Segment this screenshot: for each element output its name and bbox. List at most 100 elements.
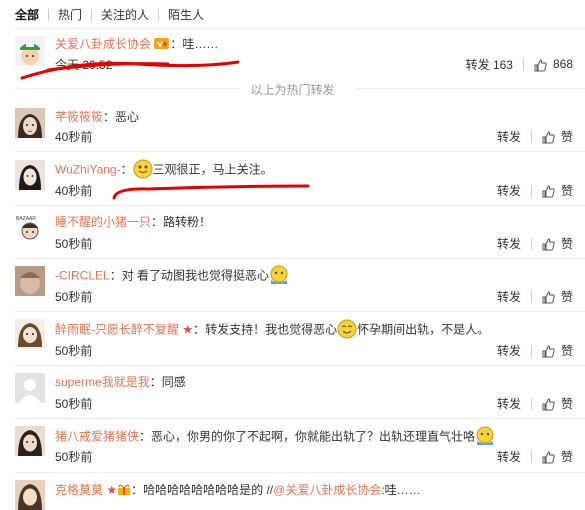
row-divider xyxy=(15,472,585,473)
row-divider xyxy=(15,151,585,152)
avatar[interactable] xyxy=(15,480,45,510)
comment-text: ：恶心，你男的你了不起啊，你就能出轨了？出轨还理直气壮咯 xyxy=(139,429,476,444)
smiley-icon xyxy=(133,159,153,182)
svg-text:BAZAAR: BAZAAR xyxy=(16,216,36,222)
row-divider xyxy=(15,418,585,419)
row-divider xyxy=(15,365,585,366)
list-item: 芊筱筱筱：恶心 40秒前 转发 赞 xyxy=(15,108,585,146)
comment-text: ：同感 xyxy=(149,375,186,389)
comment-time[interactable]: 50秒前 xyxy=(55,448,92,465)
thumbs-up-icon xyxy=(542,398,555,411)
row-divider xyxy=(15,311,585,312)
author-name[interactable]: 关爱八卦成长协会 xyxy=(55,37,151,51)
author-name[interactable]: 猪八戒爱猪猪侠 xyxy=(55,430,139,444)
list-item: -CIRCLEL：对 看了动图我也觉得挺恶心 50秒前 转发 赞 xyxy=(15,265,585,305)
author-name[interactable]: WuZhiYang- xyxy=(55,163,121,177)
vip-badge-icon xyxy=(154,37,170,53)
comment-text: ：路转粉！ xyxy=(151,215,212,229)
list-item: 猪八戒爱猪猪侠：恶心，你男的你了不起啊，你就能出轨了？出轨还理直气壮咯 50秒前… xyxy=(15,426,585,464)
gift-badge-icon xyxy=(117,483,131,499)
repost-button[interactable]: 转发 xyxy=(497,235,521,252)
comment-actions: 转发 赞 xyxy=(497,128,573,145)
avatar[interactable] xyxy=(15,426,45,456)
repost-button[interactable]: 转发 xyxy=(497,128,521,145)
hot-repost-author: 关爱八卦成长协会 ：哇…… xyxy=(55,35,218,53)
avatar[interactable] xyxy=(15,36,45,66)
comment-text: ：恶心 xyxy=(103,110,140,124)
thumbs-up-icon xyxy=(542,451,555,464)
author-name[interactable]: superme我就是我 xyxy=(55,375,150,389)
avatar[interactable] xyxy=(15,319,45,349)
comment-time[interactable]: 40秒前 xyxy=(55,182,92,199)
comment-time[interactable]: 40秒前 xyxy=(55,128,92,145)
comment-text: ：转发支持！我也觉得恶心 xyxy=(193,322,338,337)
row-divider xyxy=(15,258,585,259)
author-name[interactable]: 芊筱筱筱 xyxy=(55,110,103,124)
list-item: WuZhiYang-： 三观很正，马上关注。 40秒前 转发 赞 xyxy=(15,159,585,199)
repost-button[interactable]: 转发 xyxy=(497,182,521,199)
comment-text: 三观很正，马上关注。 xyxy=(152,162,273,177)
tab-all[interactable]: 全部 xyxy=(15,9,48,21)
smiley-icon xyxy=(269,265,289,288)
like-button[interactable]: 赞 xyxy=(542,128,573,145)
hot-separator: 以上为热门转发 xyxy=(0,81,585,98)
tab-following[interactable]: 关注的人 xyxy=(91,9,158,21)
thumbs-up-icon xyxy=(534,59,547,72)
thumbs-up-icon xyxy=(542,291,555,304)
comment-text: ：哈哈哈哈哈哈哈哈是的 // xyxy=(131,483,274,497)
tab-hot[interactable]: 热门 xyxy=(48,9,91,21)
list-item: BAZAAR 睡不醒的小猪一只：路转粉！ 50秒前 转发 赞 xyxy=(15,213,585,251)
repost-button[interactable]: 转发 163 xyxy=(466,56,513,73)
like-count: 868 xyxy=(552,57,573,72)
avatar[interactable] xyxy=(15,160,45,190)
action-divider xyxy=(522,58,524,71)
avatar[interactable] xyxy=(15,108,45,138)
list-item: superme我就是我：同感 50秒前 转发 赞 xyxy=(15,373,585,411)
repost-button[interactable]: 转发 xyxy=(497,395,521,412)
comment-time[interactable]: 50秒前 xyxy=(55,288,92,305)
like-button[interactable]: 868 xyxy=(534,57,573,71)
like-button[interactable]: 赞 xyxy=(542,395,573,412)
comment-time[interactable]: 50秒前 xyxy=(55,395,92,412)
like-button[interactable]: 赞 xyxy=(542,235,573,252)
like-button[interactable]: 赞 xyxy=(542,288,573,305)
like-button[interactable]: 赞 xyxy=(542,182,573,199)
mention-link[interactable]: @关爱八卦成长协会 xyxy=(273,483,381,497)
star-badge-icon: ★ xyxy=(182,322,194,337)
repost-time[interactable]: 今天 20:52 xyxy=(55,56,112,73)
avatar[interactable]: BAZAAR xyxy=(15,213,45,243)
thumbs-up-icon xyxy=(542,185,555,198)
avatar[interactable] xyxy=(15,266,45,296)
list-item: 克格莫莫 ★ ：哈哈哈哈哈哈哈哈是的 //@关爱八卦成长协会:哇…… xyxy=(15,480,585,510)
hot-repost-item: 关爱八卦成长协会 ：哇…… 今天 20:52 转发 163 868 xyxy=(15,36,585,76)
row-divider xyxy=(15,205,585,206)
repost-actions: 转发 163 868 xyxy=(466,56,573,73)
comment-time[interactable]: 50秒前 xyxy=(55,235,92,252)
tab-strangers[interactable]: 陌生人 xyxy=(158,9,213,21)
author-name[interactable]: 醉雨眠-只愿长醉不复醒 xyxy=(55,323,179,337)
thumbs-up-icon xyxy=(542,131,555,144)
filter-tabs: 全部 热门 关注的人 陌生人 xyxy=(15,6,213,24)
author-name[interactable]: 克格莫莫 xyxy=(55,483,103,497)
comment-actions: 转发 赞 xyxy=(497,182,573,199)
avatar[interactable] xyxy=(15,373,45,403)
repost-text: ：哇…… xyxy=(170,37,219,51)
repost-button[interactable]: 转发 xyxy=(497,288,521,305)
author-name[interactable]: 睡不醒的小猪一只 xyxy=(55,215,151,229)
comment-actions: 转发 赞 xyxy=(497,395,573,412)
comment-text: ：对 看了动图我也觉得挺恶心 xyxy=(109,268,270,283)
author-name[interactable]: -CIRCLEL xyxy=(55,269,110,283)
repost-button[interactable]: 转发 xyxy=(497,342,521,359)
comment-time[interactable]: 50秒前 xyxy=(55,342,92,359)
list-item: 醉雨眠-只愿长醉不复醒 ★：转发支持！我也觉得恶心 怀孕期间出轨，不是人。 50秒… xyxy=(15,319,585,359)
like-button[interactable]: 赞 xyxy=(542,342,573,359)
thumbs-up-icon xyxy=(542,238,555,251)
comment-actions: 转发 赞 xyxy=(497,288,573,305)
thumbs-up-icon xyxy=(542,345,555,358)
like-button[interactable]: 赞 xyxy=(542,448,573,465)
comment-actions: 转发 赞 xyxy=(497,342,573,359)
tabs-divider xyxy=(15,28,585,29)
repost-button[interactable]: 转发 xyxy=(497,448,521,465)
comment-actions: 转发 赞 xyxy=(497,235,573,252)
smiley-icon xyxy=(337,319,357,342)
